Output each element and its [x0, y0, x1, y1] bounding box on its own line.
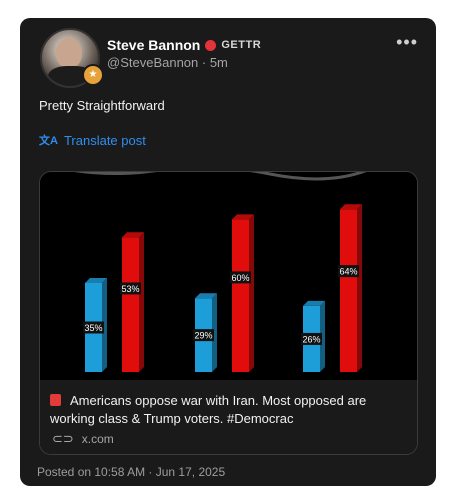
link-domain: x.com	[81, 432, 114, 446]
post-text: Pretty Straightforward	[39, 98, 165, 113]
avatar-face	[56, 38, 82, 68]
data-label: 35%	[84, 323, 102, 333]
author-row: Steve Bannon GETTR	[107, 37, 261, 53]
chart-bar	[122, 237, 139, 372]
link-info[interactable]: Americans oppose war with Iran. Most opp…	[40, 380, 417, 454]
chart-bar-side	[249, 214, 254, 372]
data-label: 29%	[194, 331, 212, 341]
link-description: Americans oppose war with Iran. Most opp…	[50, 392, 405, 428]
chart-bar	[340, 209, 357, 372]
verified-badge-icon: ★	[82, 64, 104, 86]
translate-icon: 文A	[39, 135, 58, 147]
alert-emoji-icon	[50, 394, 61, 406]
link-icon: ⊂⊃	[52, 431, 74, 446]
chart-bar-side	[357, 204, 362, 372]
bar-chart: 35% 29% 26% 53% 60% 64%	[74, 172, 367, 372]
translate-label: Translate post	[63, 132, 146, 148]
link-domain-row: ⊂⊃ x.com	[52, 431, 114, 447]
more-horizontal-icon[interactable]: •••	[396, 32, 418, 53]
gettr-logo-icon	[205, 39, 217, 51]
chart-bar	[232, 219, 249, 372]
cropped-chart-title	[74, 172, 367, 181]
platform-name: GETTR	[221, 39, 262, 51]
data-label: 53%	[121, 284, 139, 294]
preview-chart-image: 35% 29% 26% 53% 60% 64%	[40, 172, 417, 380]
link-preview-card[interactable]: 35% 29% 26% 53% 60% 64% Americans oppose war …	[39, 171, 418, 455]
data-label: 26%	[302, 334, 320, 344]
translate-button[interactable]: 文A Translate post	[39, 132, 146, 148]
author-name[interactable]: Steve Bannon	[107, 37, 200, 53]
chart-bar-side	[139, 232, 144, 372]
link-description-text: Americans oppose war with Iran. Most opp…	[50, 393, 367, 426]
data-label: 64%	[339, 267, 357, 277]
data-label: 60%	[231, 273, 249, 283]
post-card[interactable]: ★ Steve Bannon GETTR @SteveBannon · 5m •…	[20, 18, 436, 486]
author-handle: @SteveBannon · 5m	[107, 55, 228, 70]
post-timestamp: Posted on 10:58 AM · Jun 17, 2025	[37, 465, 226, 479]
